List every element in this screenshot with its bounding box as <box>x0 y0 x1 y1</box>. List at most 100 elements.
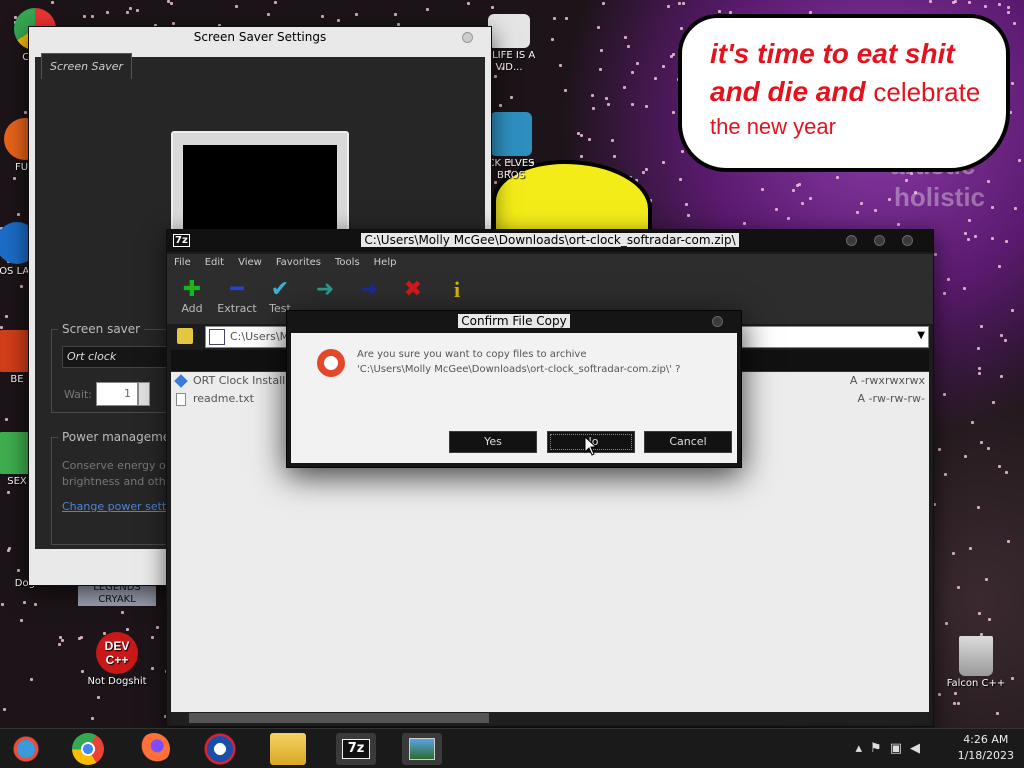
confetti-piece <box>952 552 955 555</box>
confetti-piece <box>426 8 429 11</box>
chevron-down-icon[interactable]: ▼ <box>917 330 925 341</box>
delete-icon: ✖ <box>403 277 423 302</box>
menu-help[interactable]: Help <box>367 254 404 268</box>
confetti-piece <box>787 217 790 220</box>
window-titlebar[interactable]: Screen Saver Settings <box>29 27 491 49</box>
confetti-piece <box>957 702 960 705</box>
confetti-piece <box>1011 82 1014 85</box>
menu-edit[interactable]: Edit <box>198 254 231 268</box>
scrollbar-thumb[interactable] <box>189 713 489 723</box>
obama-icon[interactable] <box>204 733 236 765</box>
window-title-wrap: C:\Users\Molly McGee\Downloads\ort-clock… <box>167 233 933 247</box>
network-icon[interactable]: ▣ <box>890 741 910 756</box>
menu-favorites[interactable]: Favorites <box>269 254 328 268</box>
confetti-piece <box>954 692 957 695</box>
confetti-piece <box>680 27 683 30</box>
confetti-piece <box>947 278 950 281</box>
recycle-bin-icon <box>959 636 993 676</box>
info-button[interactable]: i <box>435 278 479 302</box>
confetti-piece <box>685 203 688 206</box>
wallpaper-text: holistic <box>894 182 986 212</box>
confetti-piece <box>355 13 358 16</box>
confetti-piece <box>591 94 594 97</box>
menu-bar: File Edit View Favorites Tools Help <box>167 254 933 274</box>
menu-view[interactable]: View <box>231 254 269 268</box>
move-button[interactable]: ➜ <box>347 278 391 302</box>
dialog-titlebar[interactable]: Confirm File Copy <box>287 311 741 333</box>
confetti-piece <box>980 441 983 444</box>
confetti-piece <box>565 17 568 20</box>
file-explorer-icon[interactable] <box>270 733 306 765</box>
confetti-piece <box>600 49 603 52</box>
chrome-icon[interactable] <box>72 733 104 765</box>
window-titlebar[interactable]: 7z C:\Users\Molly McGee\Downloads\ort-cl… <box>167 230 933 252</box>
confetti-piece <box>761 188 764 191</box>
menu-file[interactable]: File <box>167 254 198 268</box>
info-icon: i <box>453 277 461 302</box>
confetti-piece <box>943 393 946 396</box>
chevron-up-icon[interactable]: ▴ <box>856 741 871 756</box>
cancel-button[interactable]: Cancel <box>644 431 732 453</box>
confetti-piece <box>23 601 26 604</box>
7zip-taskbar-button[interactable]: 7z <box>336 733 376 765</box>
confetti-piece <box>938 693 941 696</box>
confetti-piece <box>91 717 94 720</box>
horizontal-scrollbar[interactable] <box>171 712 929 724</box>
clock-time: 4:26 AM <box>963 733 1009 746</box>
confetti-piece <box>943 292 946 295</box>
volume-icon[interactable]: ◀ <box>910 741 928 756</box>
wait-stepper[interactable] <box>138 382 150 406</box>
confetti-piece <box>938 448 941 451</box>
yes-button[interactable]: Yes <box>449 431 537 453</box>
desktop-icon-devcpp[interactable]: DEV C++ Not Dogshit <box>78 632 156 688</box>
copy-button[interactable]: ➜ <box>303 278 347 302</box>
desktop-icon-label: Falcon C++ <box>946 678 1006 689</box>
confetti-piece <box>172 22 175 25</box>
wait-minutes-input[interactable]: 1 <box>96 382 138 406</box>
confetti-piece <box>991 237 994 240</box>
confetti-piece <box>58 643 61 646</box>
tool-label: Add <box>181 302 203 315</box>
minimize-button[interactable] <box>846 235 857 246</box>
text-file-icon <box>176 393 186 406</box>
start-icon[interactable] <box>6 733 46 765</box>
add-icon: ✚ <box>182 277 202 302</box>
power-text-line: brightness and othe <box>62 475 173 488</box>
screensaver-taskbar-button[interactable] <box>402 733 442 765</box>
add-button[interactable]: ✚ Add <box>170 277 214 316</box>
firefox-icon[interactable] <box>138 733 170 765</box>
close-button[interactable] <box>902 235 913 246</box>
flag-icon[interactable]: ⚑ <box>870 741 890 756</box>
confetti-piece <box>592 107 595 110</box>
delete-button[interactable]: ✖ <box>391 278 435 302</box>
change-power-settings-link[interactable]: Change power setti <box>62 500 169 513</box>
confetti-piece <box>964 455 967 458</box>
confetti-piece <box>91 15 94 18</box>
confetti-piece <box>964 232 967 235</box>
confetti-piece <box>267 13 270 16</box>
confetti-piece <box>662 161 665 164</box>
confetti-piece <box>968 219 971 222</box>
confetti-piece <box>631 103 634 106</box>
confetti-piece <box>934 253 937 256</box>
maximize-button[interactable] <box>874 235 885 246</box>
extract-button[interactable]: ━ Extract <box>215 278 259 316</box>
dev-cpp-icon: DEV C++ <box>96 632 138 674</box>
confetti-piece <box>798 183 801 186</box>
clock[interactable]: 4:26 AM 1/18/2023 <box>958 732 1014 764</box>
tab-screen-saver[interactable]: Screen Saver <box>41 53 133 79</box>
confetti-piece <box>20 285 23 288</box>
confetti-piece <box>645 105 648 108</box>
confetti-piece <box>801 202 804 205</box>
folder-up-icon[interactable] <box>177 328 193 344</box>
desktop-icon-recycle-bin[interactable]: Falcon C++ <box>936 636 1016 690</box>
close-button[interactable] <box>462 32 473 43</box>
confetti-piece <box>321 15 324 18</box>
menu-tools[interactable]: Tools <box>328 254 367 268</box>
confetti-piece <box>636 62 639 65</box>
copy-icon: ➜ <box>315 277 335 302</box>
confetti-piece <box>897 223 900 226</box>
game-icon <box>490 112 532 156</box>
confetti-piece <box>977 347 980 350</box>
close-button[interactable] <box>712 316 723 327</box>
